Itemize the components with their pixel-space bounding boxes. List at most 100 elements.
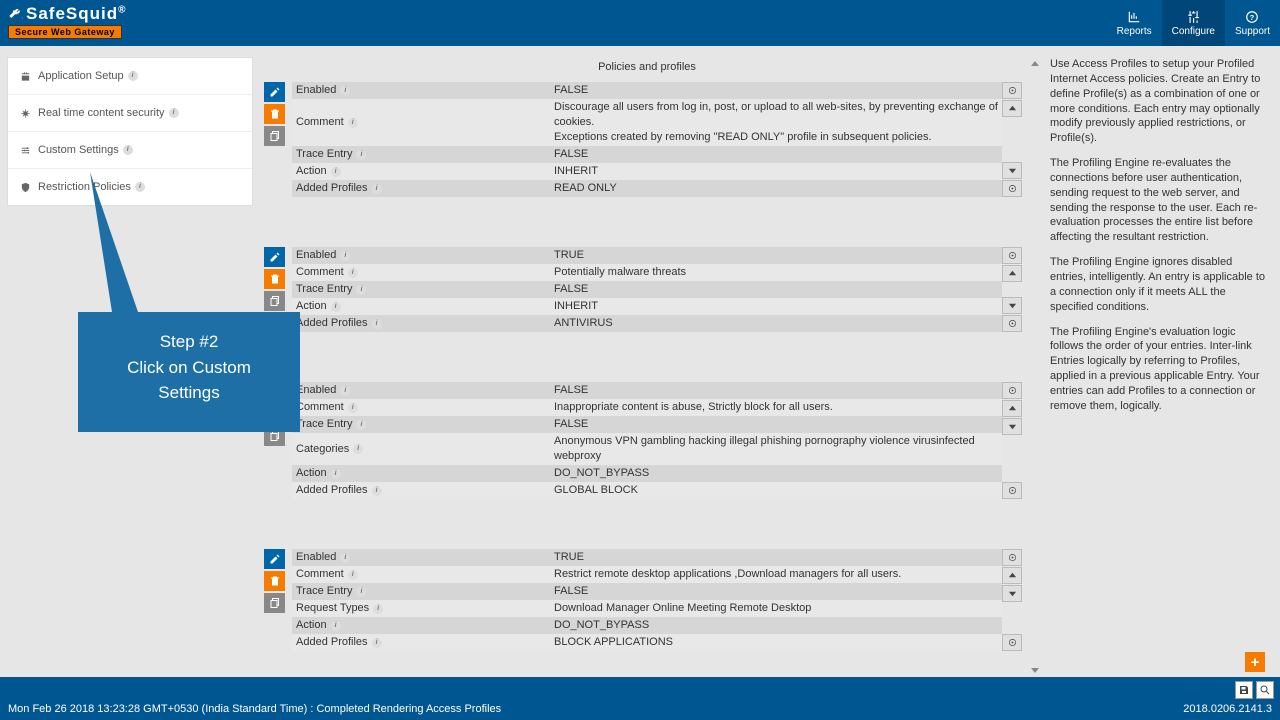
sliders-icon	[20, 145, 31, 156]
header: SafeSquid® Secure Web Gateway Reports Co…	[0, 0, 1280, 46]
virus-icon	[20, 108, 31, 119]
sidebar-item-restriction[interactable]: Restriction Policiesi	[8, 169, 252, 205]
edit-button[interactable]	[264, 82, 285, 102]
field-row: Comment iRestrict remote desktop applica…	[292, 566, 1002, 583]
field-row: Enabled iFALSE	[292, 82, 1002, 99]
target-button[interactable]	[1002, 82, 1022, 99]
help-icon: ?	[1245, 10, 1259, 24]
field-row: Trace Entry iFALSE	[292, 416, 1002, 433]
footer: Mon Feb 26 2018 13:23:28 GMT+0530 (India…	[0, 677, 1280, 720]
sliders-icon	[1186, 10, 1200, 24]
info-icon: i	[372, 319, 382, 329]
target-button[interactable]	[1002, 634, 1022, 651]
target-button[interactable]	[1002, 315, 1022, 332]
field-row: Enabled iTRUE	[292, 247, 1002, 264]
field-row: Comment iInappropriate content is abuse,…	[292, 399, 1002, 416]
status-text: Mon Feb 26 2018 13:23:28 GMT+0530 (India…	[8, 703, 501, 715]
info-icon: i	[348, 570, 358, 580]
info-icon: i	[331, 621, 341, 631]
nav-support[interactable]: ? Support	[1225, 0, 1280, 46]
target-button[interactable]	[1002, 549, 1022, 566]
field-row: Comment iDiscourage all users from log i…	[292, 99, 1002, 146]
info-icon: i	[356, 587, 366, 597]
clone-button[interactable]	[264, 426, 285, 446]
info-icon: i	[348, 118, 358, 128]
info-icon: i	[356, 285, 366, 295]
field-row: Action iDO_NOT_BYPASS	[292, 465, 1002, 482]
info-icon: i	[356, 420, 366, 430]
field-row: Action iINHERIT	[292, 298, 1002, 315]
sidebar-item-custom[interactable]: Custom Settingsi	[8, 132, 252, 169]
delete-button[interactable]	[264, 104, 285, 124]
field-row: Enabled iFALSE	[292, 382, 1002, 399]
delete-button[interactable]	[264, 269, 285, 289]
target-button[interactable]	[1002, 180, 1022, 197]
field-row: Comment iPotentially malware threats	[292, 264, 1002, 281]
info-icon: i	[353, 444, 363, 454]
info-icon: i	[340, 553, 350, 563]
field-row: Request Types iDownload Manager Online M…	[292, 600, 1002, 617]
field-row: Trace Entry iFALSE	[292, 146, 1002, 163]
info-icon: i	[331, 469, 341, 479]
clone-button[interactable]	[264, 126, 285, 146]
info-icon: i	[372, 184, 382, 194]
info-icon: i	[372, 486, 382, 496]
policy-entry: Enabled iFALSEComment iInappropriate con…	[264, 382, 1026, 499]
delete-button[interactable]	[264, 404, 285, 424]
target-button[interactable]	[1002, 382, 1022, 399]
info-icon: i	[340, 86, 350, 96]
field-row: Added Profiles iBLOCK APPLICATIONS	[292, 634, 1002, 651]
edit-button[interactable]	[264, 549, 285, 569]
field-row: Added Profiles iREAD ONLY	[292, 180, 1002, 197]
target-button[interactable]	[1002, 482, 1022, 499]
delete-button[interactable]	[264, 571, 285, 591]
clone-button[interactable]	[264, 593, 285, 613]
edit-button[interactable]	[264, 247, 285, 267]
info-icon: i	[135, 182, 145, 192]
move-up-button[interactable]	[1002, 400, 1022, 417]
move-down-button[interactable]	[1002, 162, 1022, 179]
wrench-icon	[8, 6, 24, 22]
nav-reports[interactable]: Reports	[1107, 0, 1162, 46]
sidebar-item-app-setup[interactable]: Application Setupi	[8, 58, 252, 95]
move-down-button[interactable]	[1002, 418, 1022, 435]
field-row: Added Profiles iGLOBAL BLOCK	[292, 482, 1002, 499]
add-entry-button[interactable]: +	[1245, 652, 1265, 672]
save-button[interactable]	[1235, 681, 1253, 699]
page-title: Policies and profiles	[264, 57, 1030, 82]
brand-logo: SafeSquid® Secure Web Gateway	[0, 0, 135, 39]
info-icon: i	[169, 108, 179, 118]
field-row: Action iINHERIT	[292, 163, 1002, 180]
info-icon: i	[128, 71, 138, 81]
target-button[interactable]	[1002, 247, 1022, 264]
entries-list[interactable]: Enabled iFALSEComment iDiscourage all us…	[264, 82, 1030, 677]
nav-configure[interactable]: Configure	[1162, 0, 1225, 46]
search-button[interactable]	[1256, 681, 1274, 699]
info-icon: i	[348, 268, 358, 278]
clone-button[interactable]	[264, 291, 285, 311]
field-row: Action iDO_NOT_BYPASS	[292, 617, 1002, 634]
info-icon: i	[356, 150, 366, 160]
policy-entry: Enabled iFALSEComment iDiscourage all us…	[264, 82, 1026, 197]
svg-text:?: ?	[1250, 12, 1255, 21]
policy-entry: Enabled iTRUEComment iRestrict remote de…	[264, 549, 1026, 651]
sidebar-item-realtime[interactable]: Real time content securityi	[8, 95, 252, 132]
info-icon: i	[373, 604, 383, 614]
info-icon: i	[331, 302, 341, 312]
top-nav: Reports Configure ? Support	[1107, 0, 1280, 46]
move-up-button[interactable]	[1002, 100, 1022, 117]
info-icon: i	[340, 251, 350, 261]
briefcase-icon	[20, 71, 31, 82]
field-row: Enabled iTRUE	[292, 549, 1002, 566]
info-icon: i	[331, 167, 341, 177]
move-up-button[interactable]	[1002, 567, 1022, 584]
shield-icon	[20, 182, 31, 193]
move-down-button[interactable]	[1002, 297, 1022, 314]
move-down-button[interactable]	[1002, 585, 1022, 602]
info-icon: i	[348, 403, 358, 413]
sidebar: Application Setupi Real time content sec…	[0, 46, 253, 677]
info-icon: i	[372, 638, 382, 648]
edit-button[interactable]	[264, 382, 285, 402]
scroll-indicator	[1030, 57, 1042, 677]
move-up-button[interactable]	[1002, 265, 1022, 282]
